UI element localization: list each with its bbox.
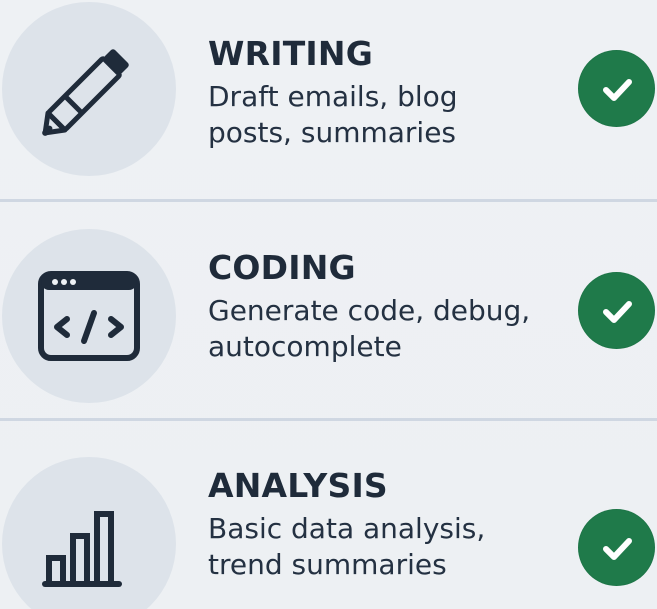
check-icon — [602, 78, 632, 101]
analysis-icon-circle — [2, 457, 176, 609]
capability-row-coding: CODING Generate code, debug, autocomplet… — [0, 200, 657, 403]
writing-text-block: WRITING Draft emails, blog posts, summar… — [208, 35, 558, 151]
coding-check-badge — [578, 272, 655, 349]
analysis-check-badge — [578, 509, 655, 586]
capability-row-writing: WRITING Draft emails, blog posts, summar… — [0, 0, 657, 200]
writing-title: WRITING — [208, 34, 373, 73]
coding-text-block: CODING Generate code, debug, autocomplet… — [208, 249, 558, 365]
bar-chart-icon — [42, 511, 122, 587]
analysis-text-block: ANALYSIS Basic data analysis, trend summ… — [208, 467, 558, 583]
analysis-description: Basic data analysis, trend summaries — [208, 512, 486, 581]
check-icon — [602, 537, 632, 560]
coding-description: Generate code, debug, autocomplete — [208, 294, 531, 363]
coding-icon-circle — [2, 229, 176, 403]
code-window-icon — [38, 271, 140, 361]
pencil-icon — [42, 49, 129, 136]
capability-row-analysis: ANALYSIS Basic data analysis, trend summ… — [0, 420, 657, 609]
coding-title: CODING — [208, 248, 356, 287]
writing-description: Draft emails, blog posts, summaries — [208, 80, 458, 149]
analysis-title: ANALYSIS — [208, 466, 388, 505]
writing-check-badge — [578, 50, 655, 127]
writing-icon-circle — [2, 2, 176, 176]
capabilities-page: WRITING Draft emails, blog posts, summar… — [0, 0, 657, 609]
check-icon — [602, 300, 632, 323]
